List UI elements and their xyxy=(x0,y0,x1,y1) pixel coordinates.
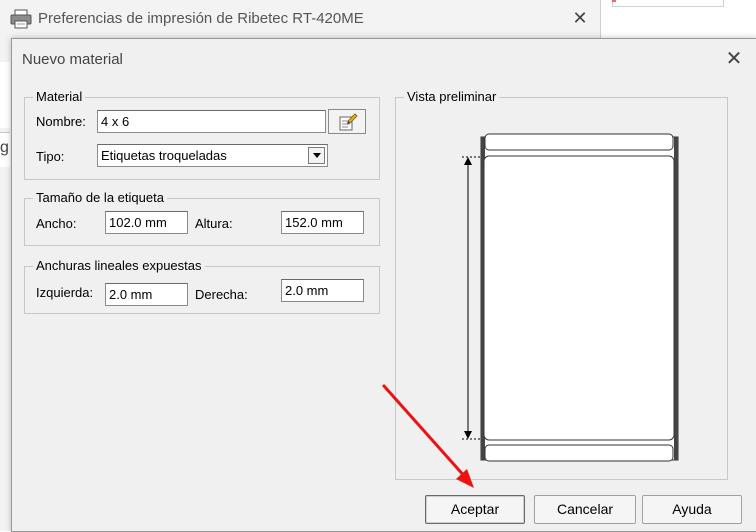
name-input[interactable]: 4 x 6 xyxy=(97,110,326,133)
label-size-group-legend: Tamaño de la etiqueta xyxy=(33,190,167,205)
width-input[interactable]: 102.0 mm xyxy=(105,211,188,234)
background-panel xyxy=(612,0,724,7)
new-material-dialog: Nuevo material ✕ Material Nombre: 4 x 6 … xyxy=(11,38,756,532)
width-label: Ancho: xyxy=(36,216,77,231)
material-group-legend: Material xyxy=(33,89,86,104)
close-icon[interactable]: ✕ xyxy=(570,8,590,28)
edit-name-button[interactable] xyxy=(328,109,366,134)
label-size-group: Tamaño de la etiqueta Ancho: 102.0 mm Al… xyxy=(24,190,380,246)
cancel-button[interactable]: Cancelar xyxy=(534,495,636,524)
left-width-input[interactable]: 2.0 mm xyxy=(105,283,188,306)
height-input[interactable]: 152.0 mm xyxy=(281,211,364,234)
right-width-label: Derecha: xyxy=(195,287,248,302)
printer-icon xyxy=(10,9,32,29)
exposed-widths-group-legend: Anchuras lineales expuestas xyxy=(33,258,205,273)
type-select[interactable]: Etiquetas troqueladas xyxy=(97,144,328,167)
exposed-widths-group: Anchuras lineales expuestas Izquierda: 2… xyxy=(24,258,380,314)
help-button[interactable]: Ayuda xyxy=(642,495,742,524)
dialog-title: Nuevo material xyxy=(22,51,123,68)
printer-preferences-title: Preferencias de impresión de Ribetec RT-… xyxy=(38,10,364,27)
height-label: Altura: xyxy=(195,216,233,231)
dialog-close-icon[interactable]: ✕ xyxy=(722,47,746,71)
chevron-down-icon[interactable] xyxy=(308,147,325,164)
type-select-value: Etiquetas troqueladas xyxy=(101,148,227,163)
material-group: Material Nombre: 4 x 6 Tipo: Etiquetas t… xyxy=(24,89,380,180)
preview-group: Vista preliminar xyxy=(395,89,728,480)
background-panel-stub: g xyxy=(0,132,10,167)
type-label: Tipo: xyxy=(36,149,65,164)
background-panel-stub xyxy=(0,62,10,128)
label-preview xyxy=(462,133,679,462)
printer-preferences-titlebar: Preferencias de impresión de Ribetec RT-… xyxy=(0,0,600,38)
edit-document-icon xyxy=(339,113,358,131)
background-accent xyxy=(612,0,616,2)
left-width-label: Izquierda: xyxy=(36,285,94,300)
right-width-input[interactable]: 2.0 mm xyxy=(281,279,364,302)
accept-button[interactable]: Aceptar xyxy=(425,495,525,524)
name-label: Nombre: xyxy=(36,114,86,129)
background-stub-text: g xyxy=(0,139,9,156)
